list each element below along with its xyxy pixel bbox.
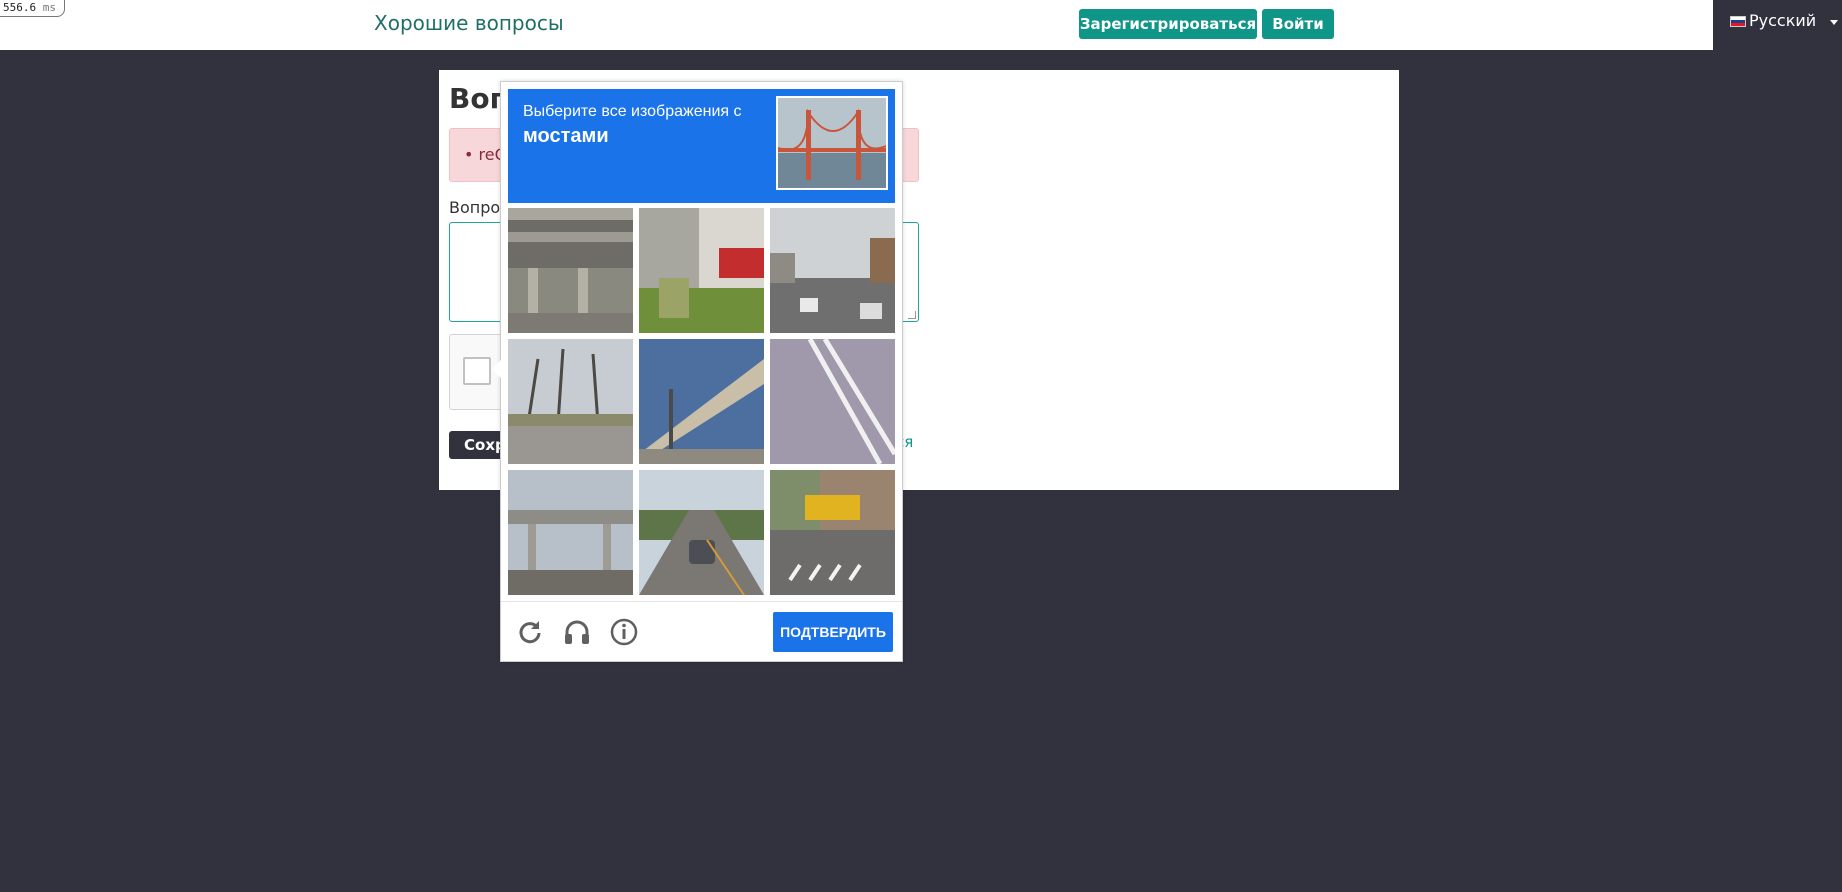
headphones-icon[interactable] [562,617,592,647]
brand-title[interactable]: Хорошие вопросы [374,11,564,35]
top-navbar: Хорошие вопросы Зарегистрироваться Войти [0,0,1713,50]
image-tile[interactable] [639,470,764,595]
bridge-sample-image [776,96,888,190]
image-tile-grid [508,208,895,595]
image-tile[interactable] [770,470,895,595]
resize-handle-icon[interactable] [908,311,916,319]
image-tile[interactable] [639,208,764,333]
timing-badge: 556.6 ms [0,0,65,17]
image-tile[interactable] [508,470,633,595]
register-button[interactable]: Зарегистрироваться [1079,9,1257,39]
login-button[interactable]: Войти [1262,9,1334,39]
image-tile[interactable] [770,208,895,333]
image-tile[interactable] [639,339,764,464]
recaptcha-checkbox[interactable] [463,357,491,385]
verify-button[interactable]: ПОДТВЕРДИТЬ [773,612,893,652]
challenge-header: Выберите все изображения с мостами [508,89,895,203]
timing-value: 556.6 [3,1,37,14]
popup-pointer [492,360,501,378]
challenge-target: мостами [523,125,609,147]
challenge-footer: ПОДТВЕРДИТЬ [501,601,902,661]
caret-down-icon [1830,20,1838,25]
image-tile[interactable] [770,339,895,464]
language-label: Русский [1749,11,1817,30]
language-selector[interactable]: Русский [1713,0,1842,50]
timing-unit: ms [42,1,56,14]
info-icon[interactable] [609,617,639,647]
challenge-instruction: Выберите все изображения с [523,103,742,120]
image-tile[interactable] [508,339,633,464]
reload-icon[interactable] [515,617,545,647]
image-tile[interactable] [508,208,633,333]
russia-flag-icon [1730,16,1746,27]
recaptcha-challenge-popup: Выберите все изображения с мостами ПОДТВ… [492,81,903,662]
